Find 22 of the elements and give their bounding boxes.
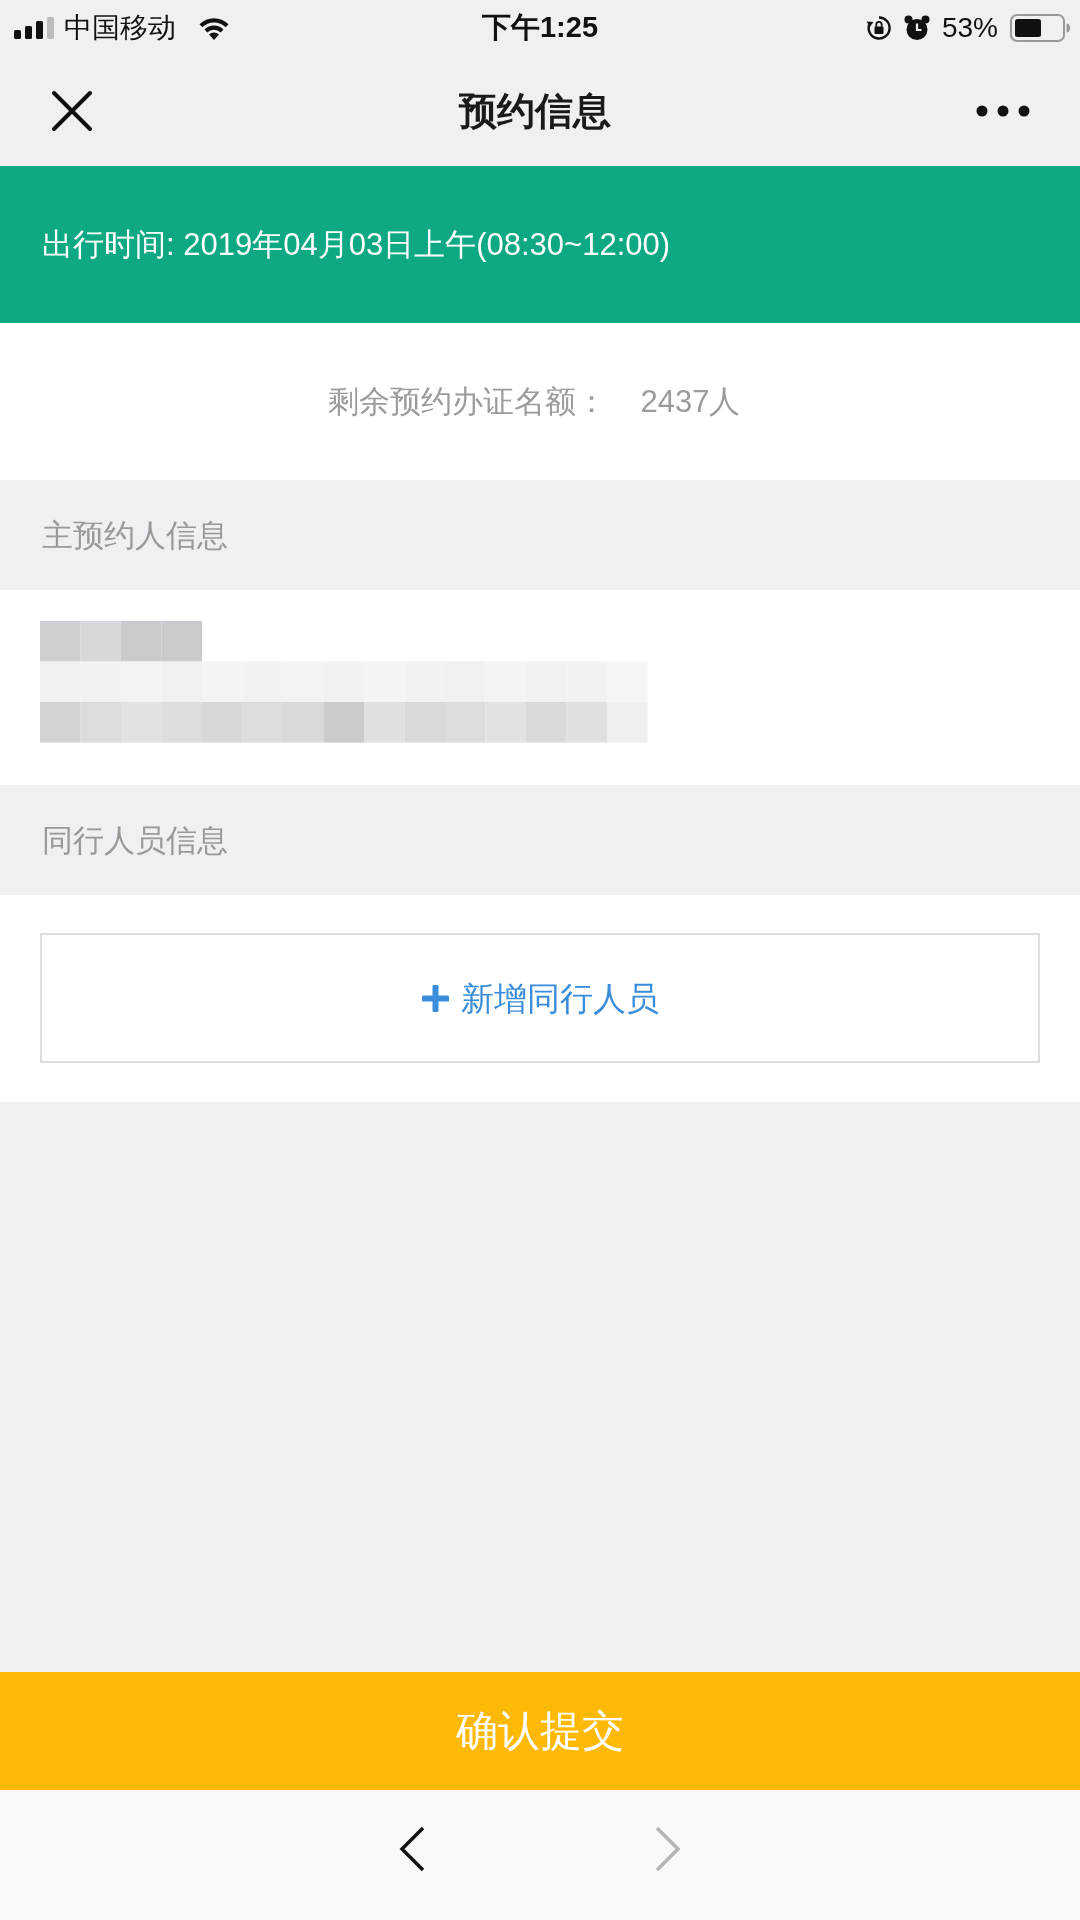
plus-icon (421, 984, 449, 1012)
section-title: 主预约人信息 (42, 519, 228, 551)
close-icon (51, 89, 93, 132)
rotation-lock-icon (865, 14, 892, 41)
battery-icon (1010, 13, 1070, 42)
chevron-right-icon (655, 1826, 681, 1872)
close-button[interactable] (50, 88, 94, 133)
carrier-name: 中国移动 (64, 13, 176, 42)
quota-value: 2437人 (640, 386, 741, 417)
battery-percent: 53% (941, 13, 998, 42)
page-title: 预约信息 (459, 91, 611, 130)
alarm-clock-icon (903, 14, 930, 41)
chevron-left-icon (399, 1826, 425, 1872)
clock-time: 下午1:25 (481, 13, 598, 42)
section-title: 同行人员信息 (42, 824, 228, 856)
wifi-icon (198, 15, 230, 40)
add-companion-button[interactable]: 新增同行人员 (40, 933, 1040, 1063)
quota-label: 剩余预约办证名额： (327, 386, 607, 417)
travel-time-text: 出行时间: 2019年04月03日上午(08:30~12:00) (42, 229, 671, 260)
more-icon (976, 104, 1030, 117)
more-button[interactable] (976, 103, 1030, 118)
signal-icon (14, 16, 56, 39)
